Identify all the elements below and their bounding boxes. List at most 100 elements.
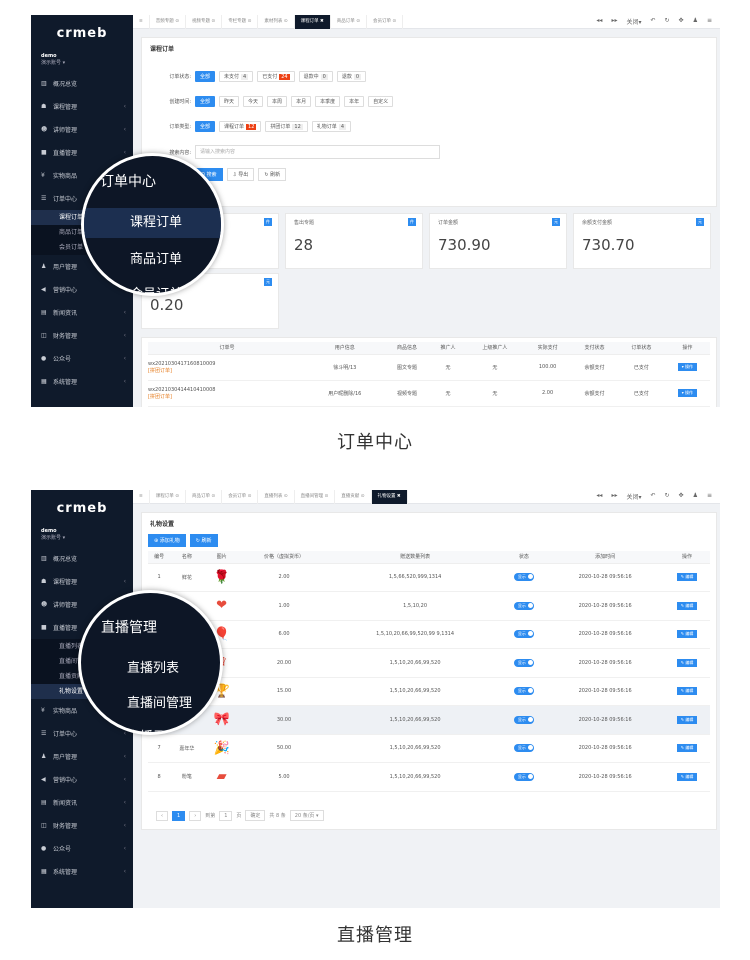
sidebar-item[interactable]: ◫ 财务管理 ‹ xyxy=(31,814,133,837)
filter-chip[interactable]: 全部 xyxy=(195,96,216,107)
tab-tool-button[interactable]: ◂◂ xyxy=(596,17,602,26)
state-toggle[interactable]: 显示 xyxy=(513,772,534,781)
tab-item[interactable]: 会员订单 ⊙ xyxy=(222,490,259,504)
refresh-button[interactable]: ↻ 刷新 xyxy=(258,168,287,181)
tab-tool-button[interactable]: ♟ xyxy=(693,492,698,501)
tab-tool-button[interactable]: ↻ xyxy=(665,17,670,26)
tab-tool-button[interactable]: ▸▸ xyxy=(611,17,617,26)
sidebar-item[interactable]: ◫ 财务管理 ‹ xyxy=(31,324,133,347)
confirm-jump-button[interactable]: 确定 xyxy=(245,810,266,821)
tab-tool-button[interactable]: ✥ xyxy=(679,17,684,26)
edit-button[interactable]: ✎ 编辑 xyxy=(676,772,698,781)
filter-chip[interactable]: 课程订单 12 xyxy=(219,121,262,132)
tab-item[interactable]: 商品订单 ⊙ xyxy=(331,15,367,29)
operate-button[interactable]: ▾ 操作 xyxy=(677,389,698,397)
filter-chip[interactable]: 退款中 0 xyxy=(298,71,333,82)
tab-tool-button[interactable]: ↻ xyxy=(665,492,670,501)
add-gift-button[interactable]: ⊕ 添加礼物 xyxy=(148,534,186,547)
tab-tool-button[interactable]: ↶ xyxy=(650,17,655,26)
state-toggle[interactable]: 显示 xyxy=(513,630,534,639)
user-info[interactable]: demo 演示账号 ▾ xyxy=(31,526,133,547)
filter-chip[interactable]: 拼团订单 12 xyxy=(265,121,308,132)
sidebar-item[interactable]: ◀ 营销中心 ‹ xyxy=(31,768,133,791)
prev-page-button[interactable]: ‹ xyxy=(156,810,168,821)
state-toggle[interactable]: 显示 xyxy=(513,715,534,724)
sidebar-item[interactable]: ♟ 用户管理 ‹ xyxy=(31,745,133,768)
sidebar-item[interactable]: ▤ 新闻资讯 ‹ xyxy=(31,791,133,814)
tab-item[interactable]: 礼物设置 ✖ xyxy=(371,490,408,504)
zoom-item[interactable]: 直播列表 xyxy=(127,657,179,676)
filter-chip[interactable]: 未支付 4 xyxy=(219,71,254,82)
zoom-callout: 直播管理 直播列表 直播间管理 直播贡献 xyxy=(78,590,223,735)
sidebar-item[interactable]: ☗ 课程管理 ‹ xyxy=(31,95,133,118)
tab-item[interactable]: 直播间管理 ⊙ xyxy=(295,490,336,504)
tab-tool-button[interactable]: 关闭▾ xyxy=(626,492,641,501)
tab-tool-button[interactable]: ≡ xyxy=(707,492,712,501)
tab-item[interactable]: 课程订单 ✖ xyxy=(294,15,331,29)
tab-tool-button[interactable]: ≡ xyxy=(707,17,712,26)
tab-tool-button[interactable]: ◂◂ xyxy=(596,492,602,501)
sidebar-item[interactable]: ● 公众号 ‹ xyxy=(31,347,133,370)
filter-chip[interactable]: 本季度 xyxy=(315,96,341,107)
sidebar-item[interactable]: ▦ 系统管理 ‹ xyxy=(31,860,133,883)
sidebar-item[interactable]: ☗ 课程管理 ‹ xyxy=(31,570,133,593)
tab-item[interactable]: 直播列表 ⊙ xyxy=(258,490,295,504)
zoom-item[interactable]: 商品订单 xyxy=(130,248,182,267)
tab-item[interactable]: 视频专题 ⊙ xyxy=(186,15,223,29)
sidebar-item[interactable]: ▥ 概况总览 xyxy=(31,547,133,570)
tab-item[interactable]: 音频专题 ⊙ xyxy=(150,15,186,29)
tab-item[interactable]: 素材列表 ⊙ xyxy=(258,15,295,29)
filter-chip[interactable]: 礼物订单 4 xyxy=(311,121,351,132)
edit-button[interactable]: ✎ 编辑 xyxy=(676,687,698,696)
edit-button[interactable]: ✎ 编辑 xyxy=(676,630,698,639)
page-1-button[interactable]: 1 xyxy=(172,810,186,821)
page-size-select[interactable]: 20 条/页 ▾ xyxy=(289,810,324,821)
tab-item[interactable]: 商品订单 ⊙ xyxy=(186,490,223,504)
edit-button[interactable]: ✎ 编辑 xyxy=(676,601,698,610)
tab-item[interactable]: 专栏专题 ⊙ xyxy=(222,15,259,29)
filter-chip[interactable]: 今天 xyxy=(243,96,264,107)
edit-button[interactable]: ✎ 编辑 xyxy=(676,715,698,724)
tab-tool-button[interactable]: ▸▸ xyxy=(611,492,617,501)
tab-tool-button[interactable]: ♟ xyxy=(693,17,698,26)
state-toggle[interactable]: 显示 xyxy=(513,744,534,753)
edit-button[interactable]: ✎ 编辑 xyxy=(676,658,698,667)
filter-chip[interactable]: 本月 xyxy=(291,96,312,107)
sidebar-item[interactable]: ▥ 概况总览 xyxy=(31,72,133,95)
tab-item[interactable]: 直播贡献 ⊙ xyxy=(335,490,372,504)
refresh-button[interactable]: ↻ 刷新 xyxy=(189,534,218,547)
filter-chip[interactable]: 本周 xyxy=(267,96,288,107)
tab-tool-button[interactable]: ↶ xyxy=(650,492,655,501)
search-input[interactable]: 请输入搜索内容 xyxy=(195,145,440,159)
filter-chip[interactable]: 本年 xyxy=(344,96,365,107)
state-toggle[interactable]: 显示 xyxy=(513,687,534,696)
state-toggle[interactable]: 显示 xyxy=(513,573,534,582)
tab-item[interactable]: ≡ xyxy=(133,15,150,29)
edit-button[interactable]: ✎ 编辑 xyxy=(676,573,698,582)
state-toggle[interactable]: 显示 xyxy=(513,658,534,667)
tab-tool-button[interactable]: ✥ xyxy=(679,492,684,501)
user-info[interactable]: demo 演示账号 ▾ xyxy=(31,51,133,72)
tab-item[interactable]: 课程订单 ⊙ xyxy=(150,490,186,504)
sidebar-item[interactable]: ▤ 新闻资讯 ‹ xyxy=(31,301,133,324)
filter-chip[interactable]: 全部 xyxy=(195,121,216,132)
filter-chip[interactable]: 退款 0 xyxy=(336,71,367,82)
operate-button[interactable]: ▾ 操作 xyxy=(677,363,698,371)
sidebar-item[interactable]: ● 公众号 ‹ xyxy=(31,837,133,860)
sidebar-item[interactable]: ▦ 系统管理 ‹ xyxy=(31,370,133,393)
edit-button[interactable]: ✎ 编辑 xyxy=(676,744,698,753)
sidebar-item[interactable]: ☻ 讲师管理 ‹ xyxy=(31,118,133,141)
filter-chip[interactable]: 自定义 xyxy=(368,96,394,107)
filter-chip[interactable]: 昨天 xyxy=(219,96,240,107)
tab-tool-button[interactable]: 关闭▾ xyxy=(626,17,641,26)
filter-chip[interactable]: 已支付 24 xyxy=(257,71,295,82)
state-toggle[interactable]: 显示 xyxy=(513,601,534,610)
zoom-item-active[interactable]: 课程订单 xyxy=(84,208,221,238)
tab-item[interactable]: ≡ xyxy=(133,490,150,504)
zoom-item[interactable]: 直播间管理 xyxy=(127,692,192,711)
next-page-button[interactable]: › xyxy=(189,810,202,821)
filter-chip[interactable]: 全部 xyxy=(195,71,216,82)
page-jump-input[interactable]: 1 xyxy=(219,810,233,821)
tab-item[interactable]: 会员订单 ⊙ xyxy=(367,15,404,29)
export-button[interactable]: ⇩ 导出 xyxy=(226,168,255,181)
